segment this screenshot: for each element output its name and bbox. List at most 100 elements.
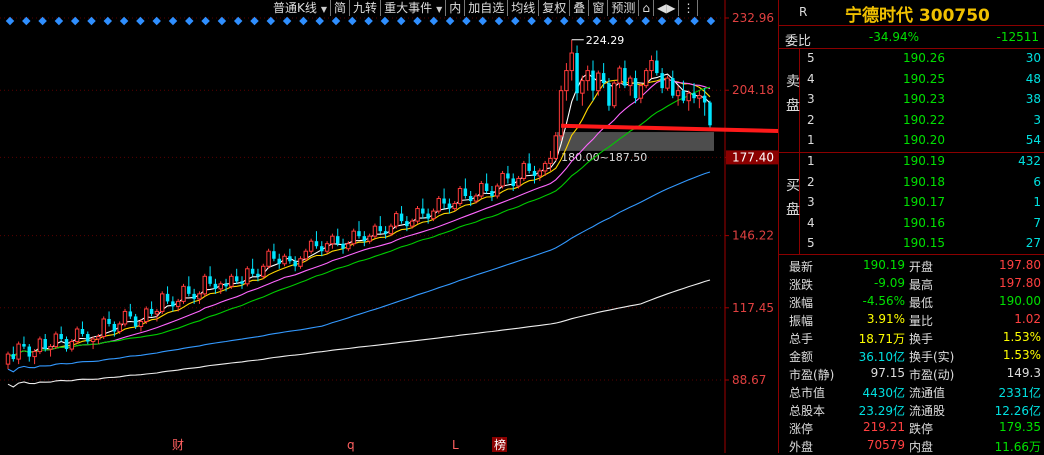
stats-row: 金额 36.10亿 换手(实) 1.53% — [779, 345, 1044, 365]
stats-value: 197.80 — [999, 258, 1041, 272]
stats-value: 1.53% — [1002, 330, 1041, 344]
stats-value: 179.35 — [999, 420, 1041, 434]
candle-body — [495, 185, 500, 197]
event-diamond-icon — [462, 16, 471, 26]
asks-vol: 54 — [1025, 133, 1041, 148]
kline-chart[interactable]: 232.96204.18177.40146.22117.4588.67177.4… — [0, 0, 778, 453]
candle-body — [181, 285, 186, 302]
asks-vol: 48 — [1025, 71, 1041, 86]
bids-row: 2 190.18 6 — [779, 172, 1044, 192]
event-diamond-icon — [576, 16, 585, 26]
toolbar-button[interactable]: 预测 — [608, 0, 640, 16]
candle-body — [681, 90, 686, 101]
toolbar-button[interactable]: 窗 — [589, 0, 609, 16]
candle-body — [245, 268, 250, 285]
candle-body — [468, 196, 473, 202]
asks-price: 190.25 — [903, 71, 945, 86]
bottom-marker: 财 — [172, 438, 184, 452]
bids-vol: 27 — [1025, 236, 1041, 251]
stats-row: 涨幅 -4.56% 最低 190.00 — [779, 291, 1044, 311]
candle-body — [293, 261, 297, 267]
toolbar-button[interactable]: ◀▶ — [653, 0, 680, 16]
candle-body — [675, 90, 681, 97]
event-diamond-icon — [54, 16, 64, 26]
candle-body — [240, 281, 244, 284]
chart-toolbar: 普通K线 ▼ 简九转 重大事件 ▼ 内加自选 均线 复权叠窗预测 ⌂ ◀▶ ⋮ — [270, 0, 699, 16]
event-diamond-icon — [168, 16, 178, 26]
toolbar-button[interactable]: ⌂ — [639, 0, 654, 16]
toolbar-button[interactable]: 九转 — [350, 0, 382, 16]
candle-body — [575, 53, 579, 94]
toolbar-button[interactable]: 简 — [331, 0, 351, 16]
candle-body — [383, 231, 388, 234]
candle-body — [86, 334, 90, 342]
event-diamond-icon — [380, 16, 390, 26]
y-tick-label: 88.67 — [732, 373, 766, 387]
stats-row: 市盈(静) 97.15 市盈(动) 149.3 — [779, 363, 1044, 383]
candle-body — [213, 283, 218, 289]
bids-row: 5 190.15 27 — [779, 233, 1044, 253]
event-diamond-icon — [559, 16, 569, 26]
toolbar-button[interactable]: 普通K线 ▼ — [270, 0, 332, 16]
candle-body — [48, 346, 53, 350]
asks-price: 190.26 — [903, 51, 945, 65]
toolbar-button[interactable]: 叠 — [570, 0, 590, 16]
candle-body — [569, 52, 574, 72]
candle-body — [149, 308, 154, 314]
toolbar-button-label: 预测 — [611, 1, 636, 15]
asks-row: 1 190.20 54 — [779, 130, 1044, 150]
stats-value: 11.66万 — [994, 440, 1041, 454]
candle-body — [558, 90, 564, 137]
stats-label: 内盘 — [909, 440, 934, 454]
bids-vol: 6 — [1033, 174, 1041, 189]
toolbar-button[interactable]: 加自选 — [465, 0, 509, 16]
toolbar-button-label: 均线 — [511, 1, 536, 15]
candle-body — [277, 258, 281, 264]
candle-body — [500, 172, 505, 187]
candle-body — [22, 344, 26, 347]
kline-chart-area[interactable]: 232.96204.18177.40146.22117.4588.67177.4… — [0, 0, 778, 453]
candle-body — [553, 135, 559, 159]
candle-body — [330, 235, 335, 245]
bids-vol: 1 — [1033, 195, 1041, 210]
toolbar-button[interactable]: 复权 — [539, 0, 571, 16]
candle-body — [256, 273, 260, 277]
candle-body — [308, 240, 314, 252]
stats-value: 149.3 — [1006, 366, 1041, 380]
toolbar-button-label: 内 — [449, 1, 462, 15]
candle-body — [660, 73, 664, 89]
quote-header: R 宁德时代 300750 — [779, 0, 1044, 26]
candle-body — [617, 67, 622, 84]
candle-body — [372, 225, 378, 237]
bids-price: 190.17 — [903, 195, 945, 210]
toolbar-button-label: 加自选 — [468, 1, 505, 15]
toolbar-button[interactable]: 重大事件 ▼ — [381, 0, 447, 16]
asks-vol: 3 — [1033, 112, 1041, 127]
toolbar-button-label: 简 — [334, 1, 347, 15]
stats-value: 1.02 — [1014, 312, 1041, 326]
event-diamond-icon — [233, 16, 243, 26]
stats-value: -4.56% — [862, 294, 905, 308]
asks-level: 3 — [807, 92, 815, 107]
candle-body — [74, 328, 80, 343]
candle-body — [415, 208, 420, 222]
toolbar-button[interactable]: 内 — [446, 0, 466, 16]
asks-row: 2 190.22 3 — [779, 110, 1044, 130]
candle-body — [282, 255, 287, 265]
candle-body — [144, 308, 149, 322]
candle-body — [171, 301, 175, 307]
candle-body — [388, 225, 394, 235]
candle-body — [272, 251, 276, 259]
stats-row: 外盘 70579 内盘 11.66万 — [779, 435, 1044, 455]
y-tick-label: 204.18 — [732, 83, 774, 97]
candle-body — [511, 178, 515, 186]
candle-body — [117, 323, 122, 333]
high-annotation: 224.29 — [586, 34, 625, 47]
candle-body — [362, 236, 367, 242]
candle-body — [107, 318, 111, 324]
asks-level: 4 — [807, 71, 815, 86]
y-tick-label: 146.22 — [732, 229, 774, 243]
toolbar-button[interactable]: 均线 — [508, 0, 540, 16]
candle-body — [692, 93, 696, 99]
toolbar-button[interactable]: ⋮ — [679, 0, 699, 16]
